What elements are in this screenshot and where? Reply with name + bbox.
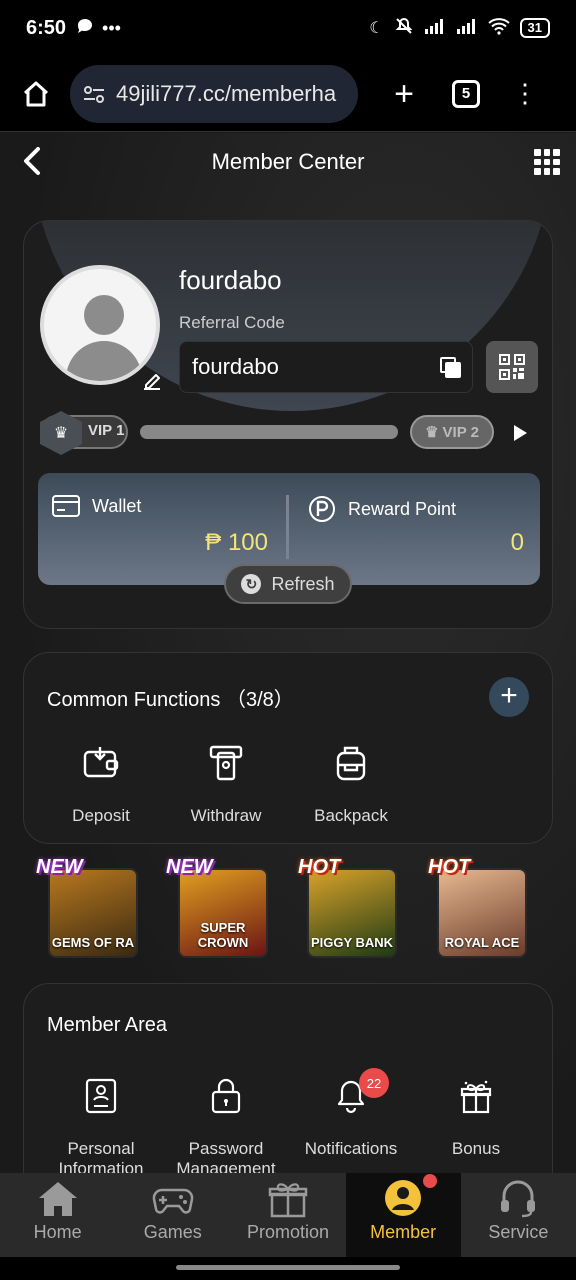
browser-home-button[interactable] — [14, 72, 58, 116]
vip-next-badge: ♛ VIP 2 — [410, 415, 494, 449]
page-header: Member Center — [0, 133, 576, 191]
referral-code-field: fourdabo — [179, 341, 473, 393]
edit-avatar-icon[interactable] — [140, 369, 164, 393]
tabs-button[interactable]: 5 — [452, 79, 480, 108]
copy-icon[interactable] — [440, 357, 461, 378]
withdraw-icon — [209, 745, 243, 781]
wallet-label-row: Wallet — [52, 495, 141, 517]
notification-dot — [422, 1174, 437, 1188]
deposit-icon — [83, 747, 119, 778]
signal-icon-2 — [456, 18, 478, 39]
card-icon — [52, 495, 80, 517]
personal-information-button[interactable]: Personal Information — [39, 1078, 163, 1179]
new-tab-button[interactable]: + — [384, 74, 424, 114]
chevron-left-icon — [24, 147, 40, 175]
vip-progress-bar — [140, 425, 398, 439]
backpack-button[interactable]: Backpack — [291, 743, 411, 826]
more-icon: ••• — [102, 17, 121, 38]
lock-icon — [211, 1078, 241, 1114]
common-functions-card: Common Functions （3/8） + Deposit Withdra… — [23, 652, 553, 844]
add-function-button[interactable]: + — [489, 677, 529, 717]
url-text: 49jili777.cc/memberha — [116, 80, 337, 106]
member-icon — [385, 1180, 422, 1216]
featured-games-row: GEMS OF RA NEW SUPER CROWN NEW PIGGY BAN… — [36, 856, 540, 962]
game-tile-royal-ace[interactable]: ROYAL ACE — [437, 868, 527, 958]
gamepad-icon — [152, 1188, 194, 1214]
signal-icon — [424, 18, 446, 39]
reward-point-label: Reward Point — [348, 498, 457, 519]
grid-menu-button[interactable] — [534, 149, 560, 175]
nav-games[interactable]: Games — [115, 1173, 230, 1257]
reward-label-row: Reward Point — [308, 495, 456, 523]
nav-promotion[interactable]: Promotion — [230, 1173, 345, 1257]
refresh-button[interactable]: ↻ Refresh — [224, 564, 352, 604]
site-settings-icon — [84, 85, 104, 103]
qr-code-button[interactable] — [486, 341, 538, 393]
moon-icon: ☾ — [369, 20, 384, 37]
hot-badge: HOT — [428, 856, 471, 878]
status-time: 6:50 — [26, 16, 67, 39]
crown-icon: ♛ — [40, 411, 82, 455]
bonus-button[interactable]: Bonus — [414, 1078, 538, 1159]
backpack-icon — [336, 746, 366, 781]
common-functions-title: Common Functions （3/8） — [47, 689, 294, 711]
vip-progress-row: ♛ VIP 1 ♛ VIP 2 — [40, 411, 540, 455]
member-center-page: Member Center fourdabo Referral Code fou… — [0, 133, 576, 1213]
game-tile-gems-of-ra[interactable]: GEMS OF RA — [48, 868, 138, 958]
notifications-button[interactable]: 22 Notifications — [289, 1068, 413, 1159]
username: fourdabo — [179, 265, 282, 295]
mute-icon — [394, 16, 414, 41]
wallet-amount: ₱ 100 — [205, 529, 268, 556]
reward-point-icon — [309, 496, 335, 522]
refresh-icon: ↻ — [241, 574, 262, 594]
home-icon — [38, 1182, 77, 1216]
gift-icon — [460, 1080, 492, 1114]
game-tile-super-crown[interactable]: SUPER CROWN — [178, 868, 268, 958]
headset-icon — [501, 1180, 536, 1218]
password-management-button[interactable]: Password Management — [164, 1078, 288, 1179]
referral-code-label: Referral Code — [179, 313, 285, 332]
page-title: Member Center — [211, 149, 365, 174]
game-tile-piggy-bank[interactable]: PIGGY BANK — [307, 868, 397, 958]
withdraw-button[interactable]: Withdraw — [166, 743, 286, 826]
deposit-button[interactable]: Deposit — [41, 743, 161, 826]
new-badge: NEW — [166, 856, 213, 878]
battery-indicator: 31 — [519, 18, 550, 38]
reward-point-amount: 0 — [510, 529, 524, 556]
nav-member[interactable]: Member — [345, 1173, 461, 1257]
gesture-bar — [0, 1257, 576, 1280]
avatar[interactable] — [40, 265, 160, 385]
wifi-icon — [487, 17, 510, 40]
member-area-title: Member Area — [47, 1014, 168, 1036]
qr-code-icon — [499, 354, 525, 380]
wallet-label: Wallet — [92, 495, 142, 516]
hot-badge: HOT — [298, 856, 341, 878]
referral-code-value: fourdabo — [192, 354, 279, 379]
status-bar: 6:50 ••• ☾ 31 — [0, 0, 576, 56]
notification-count-badge: 22 — [359, 1068, 389, 1098]
nav-home[interactable]: Home — [0, 1173, 115, 1257]
gift-icon — [268, 1183, 308, 1218]
play-icon[interactable] — [514, 425, 527, 441]
bottom-navigation: Home Games Promotion Member Service — [0, 1173, 576, 1257]
back-button[interactable] — [16, 143, 48, 179]
crown-icon: ♛ — [425, 424, 439, 441]
chat-icon — [76, 17, 94, 40]
nav-service[interactable]: Service — [461, 1173, 576, 1257]
vip-current-badge: ♛ VIP 1 — [40, 411, 128, 455]
browser-toolbar: 49jili777.cc/memberha + 5 ⋮ — [0, 56, 576, 132]
profile-card: fourdabo Referral Code fourdabo ♛ VIP 1 — [23, 220, 553, 629]
home-gesture-handle[interactable] — [176, 1265, 400, 1270]
new-badge: NEW — [36, 856, 83, 878]
browser-menu-button[interactable]: ⋮ — [512, 78, 538, 109]
home-icon — [23, 81, 49, 106]
personal-info-icon — [85, 1078, 117, 1114]
url-bar[interactable]: 49jili777.cc/memberha — [70, 64, 358, 123]
